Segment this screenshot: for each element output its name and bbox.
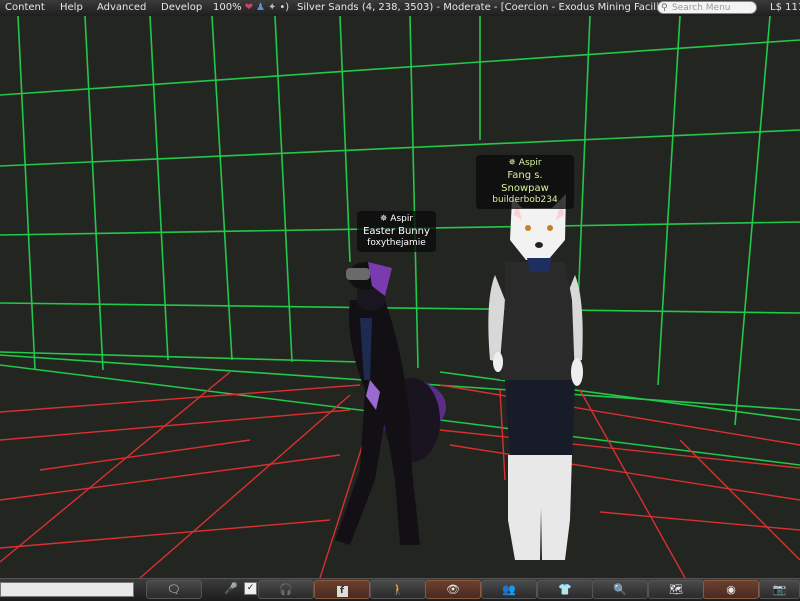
cross-icon[interactable]: ✦ (268, 0, 276, 16)
microphone-icon: 🎤 (224, 582, 238, 595)
target-icon: ◉ (726, 583, 736, 596)
speak-button[interactable]: 🎧 (258, 580, 314, 599)
people-icon: 👥 (502, 583, 516, 596)
menu-bar: Content Help Advanced Develop 100% ❤ ♟ ✦… (0, 0, 800, 16)
sound-icon[interactable]: •) (279, 0, 289, 16)
camera-icon: 📷 (772, 583, 787, 596)
facebook-button[interactable]: f (314, 580, 370, 599)
people-button[interactable]: 👥 (481, 580, 537, 599)
nametag-display-name: Fang s. Snowpaw (501, 170, 549, 194)
menu-develop[interactable]: Develop (161, 0, 202, 16)
nametag-username: foxythejamie (367, 238, 426, 248)
menu-content[interactable]: Content (5, 0, 45, 16)
walk-icon: 🚶 (391, 583, 405, 596)
voice-checkbox[interactable]: ✓ (244, 582, 257, 595)
headphones-icon: 🎧 (279, 583, 293, 596)
world-view[interactable]: ✵ Aspir Easter Bunny foxythejamie ✵ Aspi… (0, 16, 800, 578)
snapshot-target-button[interactable]: ◉ (703, 580, 759, 599)
nametag-easter-bunny: ✵ Aspir Easter Bunny foxythejamie (357, 211, 436, 252)
fps-indicator[interactable]: 100% (213, 0, 242, 16)
walk-button[interactable]: 🚶 (370, 580, 426, 599)
nametag-username: builderbob234 (492, 195, 558, 205)
map-icon: 🗺 (669, 583, 683, 596)
view-button[interactable]: 👁 (425, 580, 481, 599)
nametag-group: ✵ Aspir (379, 214, 414, 224)
location-label[interactable]: Silver Sands (4, 238, 3503) - Moderate -… (297, 0, 689, 16)
search-button[interactable]: 🔍 (592, 580, 648, 599)
magnifier-icon: 🔍 (613, 583, 627, 596)
speech-bubble-icon: 🗨 (167, 583, 181, 596)
heart-icon[interactable]: ❤ (245, 0, 253, 16)
search-placeholder: Search Menu (672, 3, 731, 13)
nearby-chat-input[interactable] (0, 582, 134, 597)
search-menu-input[interactable]: ⚲ Search Menu (657, 1, 757, 14)
tshirt-icon: 👕 (558, 583, 572, 596)
voice-button[interactable]: 🎤 ✓ (218, 580, 262, 599)
eye-icon: 👁 (446, 583, 460, 596)
avatar-easter-bunny (335, 262, 446, 545)
balance-label[interactable]: L$ 111 (770, 0, 800, 16)
avatar-fang-snowpaw (488, 194, 583, 560)
nametag-group: ✵ Aspir (508, 158, 542, 168)
nametag-display-name: Easter Bunny (363, 226, 430, 237)
facebook-icon: f (336, 586, 348, 597)
person-icon[interactable]: ♟ (256, 0, 265, 16)
scene-graphics (0, 16, 800, 578)
menu-help[interactable]: Help (60, 0, 83, 16)
menu-advanced[interactable]: Advanced (97, 0, 146, 16)
chat-button[interactable]: 🗨 (146, 580, 202, 599)
camera-button[interactable]: 📷 (759, 580, 800, 599)
nametag-fang-snowpaw: ✵ Aspir Fang s. Snowpaw builderbob234 (476, 155, 574, 209)
appearance-button[interactable]: 👕 (537, 580, 593, 599)
status-indicators: 100% ❤ ♟ ✦ •) (213, 0, 289, 16)
search-icon: ⚲ (661, 3, 668, 13)
bottom-toolbar: 🗨 🎤 ✓ 🎧 f 🚶 👁 👥 👕 🔍 🗺 ◉ 📷 (0, 578, 800, 601)
map-button[interactable]: 🗺 (648, 580, 704, 599)
